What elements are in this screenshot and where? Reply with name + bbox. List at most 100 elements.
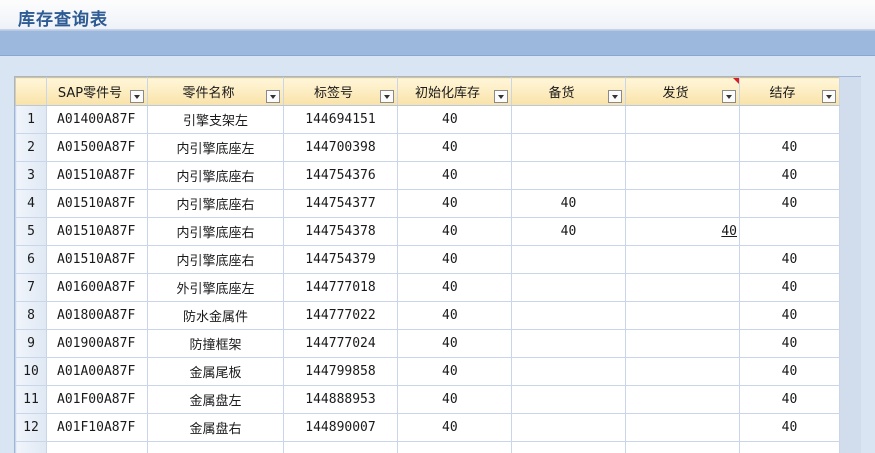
row-number[interactable]: 10 [15, 357, 47, 386]
column-header-prep[interactable]: 备货 [511, 77, 626, 106]
cell-tag[interactable]: 144754378 [283, 217, 398, 246]
cell-init-stock[interactable]: 40 [397, 189, 512, 218]
cell-sap[interactable]: A01510A87F [46, 161, 148, 190]
row-number[interactable]: 9 [15, 329, 47, 358]
cell-tag[interactable] [283, 441, 398, 453]
column-header-ship[interactable]: 发货 [625, 77, 740, 106]
cell-tag[interactable]: 144777022 [283, 301, 398, 330]
column-header-init-stock[interactable]: 初始化库存 [397, 77, 512, 106]
cell-balance[interactable]: 40 [739, 133, 840, 162]
table-row[interactable]: 1 A01400A87F 引擎支架左 144694151 40 [15, 105, 840, 134]
table-row[interactable]: 10 A01A00A87F 金属尾板 144799858 40 40 [15, 357, 840, 386]
cell-ship[interactable] [625, 329, 740, 358]
select-all-corner[interactable] [15, 77, 47, 106]
filter-dropdown-icon[interactable] [494, 90, 508, 103]
cell-sap[interactable]: A01F00A87F [46, 385, 148, 414]
row-number[interactable]: 1 [15, 105, 47, 134]
cell-sap[interactable]: A01600A87F [46, 273, 148, 302]
cell-prep[interactable] [511, 385, 626, 414]
cell-tag[interactable]: 144754377 [283, 189, 398, 218]
cell-sap[interactable]: A01800A87F [46, 301, 148, 330]
cell-init-stock[interactable]: 40 [397, 105, 512, 134]
table-row[interactable]: 3 A01510A87F 内引擎底座右 144754376 40 40 [15, 161, 840, 190]
cell-name[interactable]: 防水金属件 [147, 301, 284, 330]
cell-balance[interactable]: 40 [739, 245, 840, 274]
cell-ship[interactable] [625, 441, 740, 453]
cell-tag[interactable]: 144777024 [283, 329, 398, 358]
cell-prep[interactable] [511, 413, 626, 442]
cell-prep[interactable] [511, 245, 626, 274]
table-row[interactable]: 12 A01F10A87F 金属盘右 144890007 40 40 [15, 413, 840, 442]
cell-tag[interactable]: 144890007 [283, 413, 398, 442]
cell-init-stock[interactable]: 40 [397, 385, 512, 414]
cell-sap[interactable]: A01900A87F [46, 329, 148, 358]
cell-ship[interactable] [625, 161, 740, 190]
cell-tag[interactable]: 144799858 [283, 357, 398, 386]
row-number[interactable]: 11 [15, 385, 47, 414]
cell-tag[interactable]: 144754376 [283, 161, 398, 190]
cell-name[interactable] [147, 441, 284, 453]
cell-name[interactable]: 内引擎底座右 [147, 217, 284, 246]
cell-balance[interactable]: 40 [739, 161, 840, 190]
cell-balance[interactable]: 40 [739, 329, 840, 358]
filter-dropdown-icon[interactable] [608, 90, 622, 103]
cell-prep[interactable]: 40 [511, 217, 626, 246]
cell-prep[interactable] [511, 133, 626, 162]
cell-init-stock[interactable]: 40 [397, 413, 512, 442]
cell-prep[interactable] [511, 357, 626, 386]
cell-ship[interactable] [625, 385, 740, 414]
cell-sap[interactable]: A01A00A87F [46, 357, 148, 386]
cell-balance[interactable]: 40 [739, 189, 840, 218]
cell-sap[interactable]: A01510A87F [46, 217, 148, 246]
cell-tag[interactable]: 144888953 [283, 385, 398, 414]
cell-init-stock[interactable]: 40 [397, 133, 512, 162]
table-row[interactable]: 11 A01F00A87F 金属盘左 144888953 40 40 [15, 385, 840, 414]
cell-tag[interactable]: 144694151 [283, 105, 398, 134]
table-row[interactable]: 7 A01600A87F 外引擎底座左 144777018 40 40 [15, 273, 840, 302]
table-row[interactable] [15, 441, 840, 453]
column-header-balance[interactable]: 结存 [739, 77, 840, 106]
cell-name[interactable]: 内引擎底座右 [147, 161, 284, 190]
row-number[interactable]: 6 [15, 245, 47, 274]
cell-name[interactable]: 内引擎底座左 [147, 133, 284, 162]
cell-ship[interactable] [625, 301, 740, 330]
cell-tag[interactable]: 144700398 [283, 133, 398, 162]
filter-dropdown-icon[interactable] [822, 90, 836, 103]
cell-sap[interactable]: A01F10A87F [46, 413, 148, 442]
cell-init-stock[interactable]: 40 [397, 329, 512, 358]
cell-ship[interactable] [625, 189, 740, 218]
cell-ship-link[interactable]: 40 [625, 217, 740, 246]
row-number[interactable]: 7 [15, 273, 47, 302]
cell-prep[interactable] [511, 441, 626, 453]
row-number[interactable]: 8 [15, 301, 47, 330]
cell-name[interactable]: 金属尾板 [147, 357, 284, 386]
cell-balance[interactable]: 40 [739, 301, 840, 330]
cell-name[interactable]: 防撞框架 [147, 329, 284, 358]
cell-ship[interactable] [625, 357, 740, 386]
cell-balance[interactable] [739, 441, 840, 453]
cell-prep[interactable]: 40 [511, 189, 626, 218]
cell-init-stock[interactable] [397, 441, 512, 453]
cell-ship[interactable] [625, 273, 740, 302]
cell-name[interactable]: 内引擎底座右 [147, 245, 284, 274]
table-row[interactable]: 4 A01510A87F 内引擎底座右 144754377 40 40 40 [15, 189, 840, 218]
cell-ship[interactable] [625, 133, 740, 162]
cell-init-stock[interactable]: 40 [397, 161, 512, 190]
cell-prep[interactable] [511, 273, 626, 302]
column-header-name[interactable]: 零件名称 [147, 77, 284, 106]
cell-init-stock[interactable]: 40 [397, 357, 512, 386]
cell-balance[interactable]: 40 [739, 273, 840, 302]
cell-tag[interactable]: 144777018 [283, 273, 398, 302]
column-header-tag[interactable]: 标签号 [283, 77, 398, 106]
column-header-sap[interactable]: SAP零件号 [46, 77, 148, 106]
row-number[interactable] [15, 441, 47, 453]
cell-init-stock[interactable]: 40 [397, 301, 512, 330]
table-row[interactable]: 5 A01510A87F 内引擎底座右 144754378 40 40 40 [15, 217, 840, 246]
cell-sap[interactable] [46, 441, 148, 453]
row-number[interactable]: 5 [15, 217, 47, 246]
cell-init-stock[interactable]: 40 [397, 273, 512, 302]
cell-balance[interactable]: 40 [739, 357, 840, 386]
table-row[interactable]: 6 A01510A87F 内引擎底座右 144754379 40 40 [15, 245, 840, 274]
filter-dropdown-icon[interactable] [130, 90, 144, 103]
cell-prep[interactable] [511, 301, 626, 330]
